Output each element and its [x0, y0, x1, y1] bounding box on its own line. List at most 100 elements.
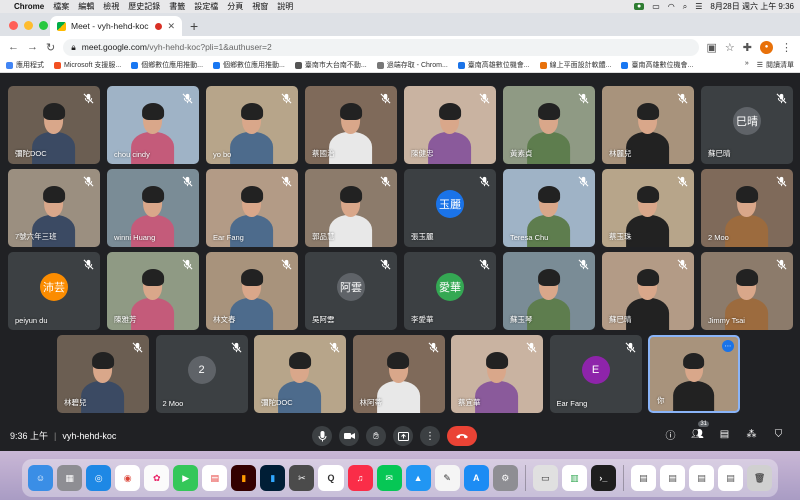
participant-tile[interactable]: 阿雲 吳阿雲 [305, 252, 397, 330]
minimize-window-button[interactable] [24, 21, 33, 30]
quicktime-icon[interactable]: Q [318, 465, 344, 491]
participant-tile[interactable]: Ear Fang [206, 169, 298, 247]
participant-tile[interactable]: chou cindy [107, 86, 199, 164]
music-icon[interactable]: ♫ [347, 465, 373, 491]
finder-icon[interactable]: ☺ [28, 465, 54, 491]
participant-tile[interactable]: 蔡宜華 [451, 335, 543, 413]
menu-item[interactable]: 分頁 [227, 1, 243, 12]
screenshot-stack-icon[interactable]: ▤ [688, 465, 715, 491]
leave-call-button[interactable] [447, 426, 477, 446]
host-controls-button[interactable]: ⛉ [771, 427, 786, 442]
extensions-icon[interactable]: ✚ [743, 41, 752, 54]
app-store-icon[interactable]: A [463, 465, 489, 491]
participant-tile[interactable]: 陳雅芳 [107, 252, 199, 330]
bookmark-item[interactable]: 個鄉數位應用推動... [213, 60, 285, 70]
participant-tile[interactable]: 2 Moo [701, 169, 793, 247]
bookmark-apps[interactable]: 應用程式 [6, 60, 44, 70]
zoom-window-button[interactable] [39, 21, 48, 30]
photoshop-icon[interactable]: ▮ [260, 465, 286, 491]
bookmark-item[interactable]: 過端存取 - Chrom... [376, 60, 448, 70]
participant-tile[interactable]: 蘇巳晴 [602, 252, 694, 330]
more-options-button[interactable]: ⋮ [420, 426, 440, 446]
lock-icon[interactable]: 🔒︎ [71, 42, 76, 53]
clock-text[interactable]: 8月28日 週六 上午 9:36 [710, 1, 794, 12]
new-tab-button[interactable]: + [190, 18, 198, 34]
bookmark-item[interactable]: Microsoft 支援服... [54, 60, 121, 70]
participant-tile[interactable]: winni Huang [107, 169, 199, 247]
menu-item[interactable]: 說明 [277, 1, 293, 12]
forward-icon[interactable]: → [27, 41, 38, 53]
participant-tile[interactable]: 2 2 Moo [155, 335, 248, 413]
camera-button[interactable] [339, 426, 359, 446]
participant-tile[interactable]: E Ear Fang [549, 335, 642, 413]
chat-button[interactable]: ▤ [717, 427, 732, 442]
participant-tile[interactable]: Jimmy Tsai [701, 252, 793, 330]
self-video-tile[interactable]: ⋯ 你 [648, 335, 740, 413]
bookmark-item[interactable]: 臺南高雄數位機會... [457, 60, 530, 70]
terminal-icon[interactable]: ›_ [590, 465, 616, 491]
close-window-button[interactable] [9, 21, 18, 30]
menu-item[interactable]: 編輯 [78, 1, 94, 12]
present-button[interactable] [393, 426, 413, 446]
camera-in-use-icon[interactable]: ▣ [707, 41, 717, 54]
numbers-icon[interactable]: ▥ [561, 465, 587, 491]
menu-item[interactable]: 設定檔 [194, 1, 218, 12]
textedit-icon[interactable]: ✎ [434, 465, 460, 491]
photos-icon[interactable]: ✿ [144, 465, 170, 491]
tile-more-options-icon[interactable]: ⋯ [722, 340, 734, 352]
bookmark-item[interactable]: 臺南高雄數位機會... [621, 60, 693, 70]
address-bar[interactable]: 🔒︎ meet.google.com/vyh-hehd-koc?pli=1&au… [63, 38, 699, 56]
participant-tile[interactable]: 郭品慧 [305, 169, 397, 247]
people-button[interactable]: 👥︎ 31 [690, 421, 709, 442]
calendar-icon[interactable]: ▤ [202, 465, 228, 491]
document-stack-icon[interactable]: ▤ [659, 465, 685, 491]
bookmark-item[interactable]: 個鄉數位應用推動... [131, 60, 203, 70]
microphone-button[interactable] [312, 426, 332, 446]
participant-tile[interactable]: 林麗兒 [602, 86, 694, 164]
meeting-details-button[interactable]: ⓘ [663, 427, 678, 442]
participant-tile[interactable]: 陳健忠 [404, 86, 496, 164]
raise-hand-button[interactable]: ✋︎ [366, 426, 386, 446]
reload-icon[interactable]: ↻ [46, 41, 55, 54]
participant-tile[interactable]: 林文春 [206, 252, 298, 330]
line-icon[interactable]: ✉ [376, 465, 402, 491]
profile-avatar[interactable]: ● [760, 40, 773, 54]
battery-icon[interactable]: ▭ [652, 2, 660, 11]
chrome-menu-icon[interactable]: ⋮ [781, 41, 792, 54]
participant-tile[interactable]: Teresa Chu [503, 169, 595, 247]
back-icon[interactable]: ← [8, 41, 19, 53]
facetime-icon[interactable]: ▶ [173, 465, 199, 491]
safari-icon[interactable]: ◎ [86, 465, 112, 491]
participant-tile[interactable]: 黃素貞 [503, 86, 595, 164]
menu-item[interactable]: 檢視 [103, 1, 119, 12]
chrome-icon[interactable]: ◉ [115, 465, 141, 491]
participant-tile[interactable]: 彌陀DOC [254, 335, 346, 413]
participant-tile[interactable]: 彌陀DOC [8, 86, 100, 164]
preview-icon[interactable]: ▭ [532, 465, 558, 491]
participant-tile[interactable]: 林阿蒂 [352, 335, 445, 413]
participant-tile[interactable]: 蔡玉珠 [602, 169, 694, 247]
app-menu-chrome[interactable]: Chrome [14, 2, 44, 11]
participant-tile[interactable]: 沛芸 peiyun du [8, 252, 100, 330]
bookmark-item[interactable]: 線上平面設計軟體... [539, 60, 611, 70]
search-icon[interactable]: ⌕ [683, 2, 687, 12]
downloads-stack-icon[interactable]: ▤ [630, 465, 656, 491]
participant-tile[interactable]: 愛華 李愛華 [404, 252, 496, 330]
activities-button[interactable]: ⁂ [744, 427, 759, 442]
menu-item[interactable]: 書籤 [169, 1, 185, 12]
menu-item[interactable]: 檔案 [53, 1, 69, 12]
tab-meet[interactable]: Meet - vyh-hehd-koc ✕ [50, 16, 182, 36]
reading-list-button[interactable]: ☰ 閱讀清單 [757, 60, 794, 70]
participant-tile[interactable]: 蔡國治 [305, 86, 397, 164]
final-cut-icon[interactable]: ✂ [289, 465, 315, 491]
control-center-icon[interactable]: ☰ [695, 2, 702, 11]
participant-tile[interactable]: 林碧兒 [57, 335, 149, 413]
participant-tile[interactable]: 玉麗 張玉麗 [404, 169, 496, 247]
wifi-icon[interactable]: ◠ [668, 2, 675, 11]
keynote-icon[interactable]: ▲ [405, 465, 431, 491]
participant-tile[interactable]: 7號六年三班 [8, 169, 100, 247]
close-tab-icon[interactable]: ✕ [167, 21, 175, 32]
menu-item[interactable]: 視窗 [252, 1, 268, 12]
bookmark-item[interactable]: 臺南市大台南不動... [294, 60, 367, 70]
folder-stack-icon[interactable]: ▤ [718, 465, 744, 491]
